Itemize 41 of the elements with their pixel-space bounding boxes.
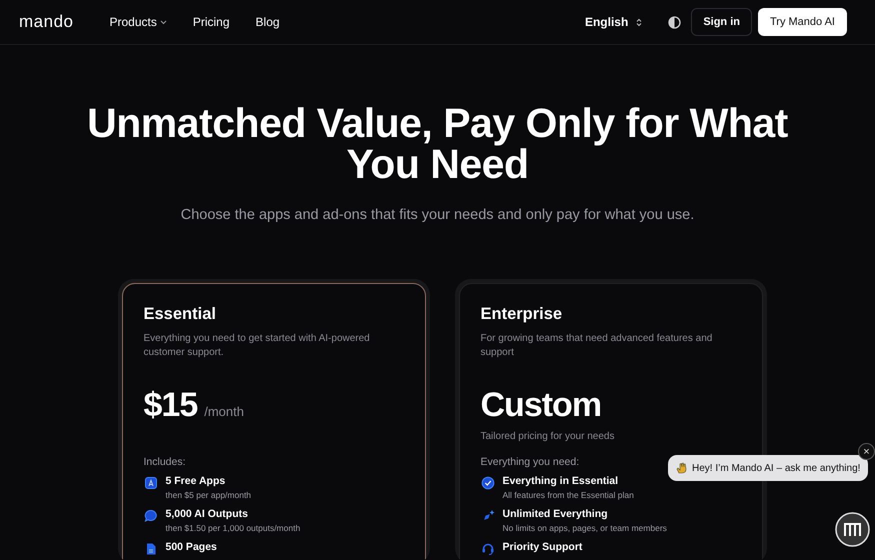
try-button[interactable]: Try Mando AI (758, 8, 847, 36)
nav-link[interactable]: Blog (256, 15, 280, 29)
feature-detail: No limits on apps, pages, or team members (502, 523, 667, 533)
feature-title: Unlimited Everything (502, 508, 609, 520)
feature-detail: then $5 per app/month (166, 490, 252, 500)
nav-link[interactable]: Pricing (192, 15, 230, 29)
plan-price: Custom (480, 386, 602, 425)
page-heading: Unmatched Value, Pay Only for What You Need (86, 103, 789, 185)
nav-link[interactable]: Products (109, 15, 167, 29)
page-subtitle: Choose the apps and ad-ons that fits your needs and only pay for what you use. (180, 207, 696, 223)
chat-greeting-bubble[interactable]: Hey! I’m Mando AI – ask me anything! (668, 455, 868, 481)
chevron-up-down-icon (636, 18, 642, 26)
feature-title: Priority Support (502, 541, 582, 553)
price-note: Tailored pricing for your needs (480, 431, 616, 442)
plan-name: Enterprise (480, 305, 564, 324)
plan-name: Essential (144, 305, 217, 324)
feature-title: 5 Free Apps (166, 475, 226, 487)
app-store-icon (144, 476, 158, 490)
waving-hand-icon (676, 462, 688, 474)
logo[interactable]: mando (19, 12, 74, 32)
close-button[interactable]: × (858, 443, 875, 460)
chat-launcher-icon[interactable] (835, 512, 870, 547)
check-circle-icon (480, 476, 494, 490)
plan-price: $15 (144, 386, 198, 425)
feature-detail: All features from the Essential plan (502, 490, 634, 500)
feature-title: 500 Pages (166, 541, 217, 553)
features-heading: Includes: (144, 456, 186, 468)
plan-description: Everything you need to get started with AI-powered customer support. (144, 332, 371, 360)
headset-icon (480, 542, 494, 556)
theme-toggle-icon[interactable] (668, 16, 682, 28)
chat-greeting: Hey! I’m Mando AI – ask me anything! (692, 462, 860, 474)
sign-in-button[interactable]: Sign in (691, 8, 752, 36)
feature-title: 5,000 AI Outputs (166, 508, 249, 520)
feature-detail: then $1.50 per 1,000 outputs/month (166, 523, 300, 533)
features-heading: Everything you need: (480, 456, 580, 468)
plan-description: For growing teams that need advanced features and support (480, 332, 714, 360)
chevron-down-icon (160, 20, 167, 24)
price-period: /month (204, 404, 244, 419)
chat-bubble-icon (144, 509, 158, 523)
language-selector[interactable]: English (578, 14, 648, 30)
feature-title: Everything in Essential (502, 475, 620, 487)
